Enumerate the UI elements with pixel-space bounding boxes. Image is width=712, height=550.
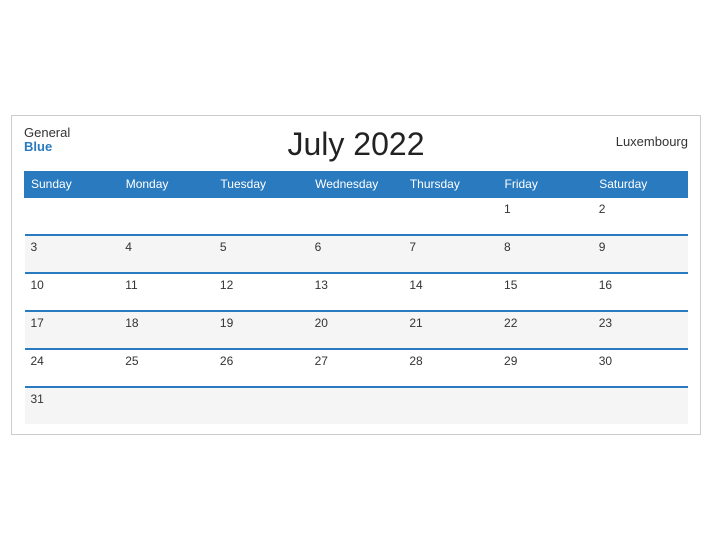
- day-cell-blank6: [593, 387, 688, 424]
- day-cell-18: 18: [119, 311, 214, 349]
- header-sunday: Sunday: [25, 172, 120, 198]
- day-cell-blank3: [309, 387, 404, 424]
- day-cell-blank2: [214, 387, 309, 424]
- day-cell: [214, 197, 309, 235]
- week-row-3: 10 11 12 13 14 15 16: [25, 273, 688, 311]
- day-cell-30: 30: [593, 349, 688, 387]
- day-cell-23: 23: [593, 311, 688, 349]
- calendar-header: General Blue July 2022 Luxembourg: [24, 126, 688, 163]
- day-cell: [119, 197, 214, 235]
- day-cell-22: 22: [498, 311, 593, 349]
- header-tuesday: Tuesday: [214, 172, 309, 198]
- day-cell: [403, 197, 498, 235]
- day-cell-6: 6: [309, 235, 404, 273]
- day-cell: [309, 197, 404, 235]
- day-cell-1: 1: [498, 197, 593, 235]
- day-cell-4: 4: [119, 235, 214, 273]
- day-cell-9: 9: [593, 235, 688, 273]
- week-row-6: 31: [25, 387, 688, 424]
- header-thursday: Thursday: [403, 172, 498, 198]
- day-cell-blank5: [498, 387, 593, 424]
- week-row-1: 1 2: [25, 197, 688, 235]
- country-label: Luxembourg: [616, 134, 688, 149]
- day-cell-15: 15: [498, 273, 593, 311]
- header-saturday: Saturday: [593, 172, 688, 198]
- day-cell-19: 19: [214, 311, 309, 349]
- day-cell-20: 20: [309, 311, 404, 349]
- header-wednesday: Wednesday: [309, 172, 404, 198]
- day-cell-27: 27: [309, 349, 404, 387]
- week-row-4: 17 18 19 20 21 22 23: [25, 311, 688, 349]
- day-cell-8: 8: [498, 235, 593, 273]
- day-cell-3: 3: [25, 235, 120, 273]
- day-cell-29: 29: [498, 349, 593, 387]
- day-cell-28: 28: [403, 349, 498, 387]
- day-cell-12: 12: [214, 273, 309, 311]
- header-friday: Friday: [498, 172, 593, 198]
- calendar-table: Sunday Monday Tuesday Wednesday Thursday…: [24, 171, 688, 424]
- day-cell: [25, 197, 120, 235]
- day-cell-blank4: [403, 387, 498, 424]
- week-row-5: 24 25 26 27 28 29 30: [25, 349, 688, 387]
- week-row-2: 3 4 5 6 7 8 9: [25, 235, 688, 273]
- day-cell-2: 2: [593, 197, 688, 235]
- logo-general-text: General: [24, 126, 70, 140]
- day-cell-10: 10: [25, 273, 120, 311]
- header-monday: Monday: [119, 172, 214, 198]
- calendar-container: General Blue July 2022 Luxembourg Sunday…: [11, 115, 701, 435]
- day-cell-7: 7: [403, 235, 498, 273]
- day-cell-17: 17: [25, 311, 120, 349]
- day-cell-5: 5: [214, 235, 309, 273]
- day-cell-21: 21: [403, 311, 498, 349]
- logo-blue-text: Blue: [24, 140, 70, 154]
- day-cell-26: 26: [214, 349, 309, 387]
- logo: General Blue: [24, 126, 70, 155]
- day-cell-25: 25: [119, 349, 214, 387]
- days-header-row: Sunday Monday Tuesday Wednesday Thursday…: [25, 172, 688, 198]
- day-cell-blank1: [119, 387, 214, 424]
- day-cell-13: 13: [309, 273, 404, 311]
- day-cell-14: 14: [403, 273, 498, 311]
- day-cell-24: 24: [25, 349, 120, 387]
- day-cell-31: 31: [25, 387, 120, 424]
- day-cell-16: 16: [593, 273, 688, 311]
- day-cell-11: 11: [119, 273, 214, 311]
- calendar-title: July 2022: [288, 126, 425, 163]
